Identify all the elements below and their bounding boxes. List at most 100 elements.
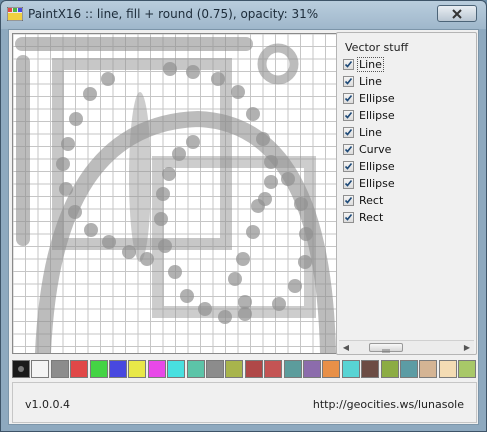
shape-dot xyxy=(158,239,172,253)
shape-dot xyxy=(264,175,278,189)
scroll-thumb[interactable] xyxy=(369,343,403,353)
item-checkbox[interactable] xyxy=(343,144,354,155)
shape-dot xyxy=(288,279,302,293)
shape-dot xyxy=(56,157,70,171)
list-item[interactable]: Rect xyxy=(339,193,474,210)
palette-swatch[interactable] xyxy=(186,360,205,378)
list-item[interactable]: Curve xyxy=(339,142,474,159)
panel-title: Vector stuff xyxy=(345,41,409,54)
homepage-link[interactable]: http://geocities.ws/lunasole xyxy=(313,398,464,411)
scroll-left-icon[interactable]: ◀ xyxy=(339,341,353,354)
checkmark-icon xyxy=(344,95,353,102)
item-checkbox[interactable] xyxy=(343,195,354,206)
canvas-svg[interactable] xyxy=(13,34,336,353)
palette-swatch[interactable] xyxy=(167,360,186,378)
list-item[interactable]: Ellipse xyxy=(339,108,474,125)
palette-swatch[interactable] xyxy=(361,360,380,378)
item-checkbox[interactable] xyxy=(343,178,354,189)
shape-dot xyxy=(180,289,194,303)
palette-swatch[interactable] xyxy=(31,360,50,378)
checkmark-icon xyxy=(344,163,353,170)
list-item[interactable]: Ellipse xyxy=(339,91,474,108)
checkmark-icon xyxy=(344,197,353,204)
scroll-right-icon[interactable]: ▶ xyxy=(460,341,474,354)
list-item[interactable]: Ellipse xyxy=(339,176,474,193)
checkmark-icon xyxy=(344,180,353,187)
palette-swatch[interactable] xyxy=(70,360,89,378)
grip-icon xyxy=(382,349,390,353)
list-item[interactable]: Rect xyxy=(339,210,474,227)
palette-swatch[interactable] xyxy=(225,360,244,378)
checkmark-icon xyxy=(344,214,353,221)
horizontal-scrollbar[interactable]: ◀ ▶ xyxy=(339,340,474,354)
client-area: Vector stuff Line Line Ellipse Ellipse Line C… xyxy=(8,29,479,425)
shape-dot xyxy=(251,199,265,213)
item-label: Rect xyxy=(359,211,384,224)
shape-dot xyxy=(140,252,154,266)
item-checkbox[interactable] xyxy=(343,93,354,104)
item-checkbox[interactable] xyxy=(343,76,354,87)
palette-swatch[interactable] xyxy=(438,360,457,378)
checkmark-icon xyxy=(344,129,353,136)
item-checkbox[interactable] xyxy=(343,161,354,172)
shape-dot xyxy=(68,205,82,219)
shape-dot xyxy=(228,272,242,286)
palette-swatch[interactable] xyxy=(380,360,399,378)
shape-dot xyxy=(186,135,200,149)
close-button[interactable] xyxy=(437,5,477,22)
drawing-canvas[interactable] xyxy=(12,33,337,354)
item-checkbox[interactable] xyxy=(343,110,354,121)
dot-icon xyxy=(18,366,24,372)
title-bar[interactable]: PaintX16 :: line, fill + round (0.75), o… xyxy=(1,1,486,29)
vector-list[interactable]: Line Line Ellipse Ellipse Line Curve Ellipse El… xyxy=(339,57,474,341)
shape-dot xyxy=(59,182,73,196)
checkmark-icon xyxy=(344,78,353,85)
list-item[interactable]: Line xyxy=(339,125,474,142)
palette-swatch[interactable] xyxy=(341,360,360,378)
shape-ring xyxy=(257,43,299,85)
list-item[interactable]: Line xyxy=(339,57,474,74)
item-label: Ellipse xyxy=(359,177,395,190)
window-title: PaintX16 :: line, fill + round (0.75), o… xyxy=(28,7,319,21)
palette-swatch[interactable] xyxy=(322,360,341,378)
palette-swatch-selected[interactable] xyxy=(12,360,30,378)
list-item[interactable]: Line xyxy=(339,74,474,91)
shape-dot xyxy=(246,107,260,121)
item-checkbox[interactable] xyxy=(343,212,354,223)
palette-swatch[interactable] xyxy=(128,360,147,378)
shape-dot xyxy=(238,307,252,321)
shape-dot xyxy=(238,295,252,309)
shape-dot xyxy=(84,223,98,237)
palette-swatch[interactable] xyxy=(244,360,263,378)
palette-swatch[interactable] xyxy=(400,360,418,378)
palette-swatch[interactable] xyxy=(147,360,166,378)
shape-dot xyxy=(211,72,225,86)
shape-dot xyxy=(186,65,200,79)
item-label: Rect xyxy=(359,194,384,207)
shape-dot xyxy=(122,245,136,259)
item-label: Line xyxy=(359,75,382,88)
palette-swatch[interactable] xyxy=(206,360,224,378)
shape-dot xyxy=(299,227,313,241)
shape-ellipse-tall xyxy=(129,92,151,262)
palette-swatch[interactable] xyxy=(264,360,283,378)
palette-swatch[interactable] xyxy=(89,360,108,378)
shape-dot xyxy=(168,265,182,279)
palette-swatch[interactable] xyxy=(50,360,69,378)
item-checkbox[interactable] xyxy=(343,127,354,138)
item-label: Line xyxy=(357,57,384,72)
color-palette xyxy=(12,360,477,378)
palette-swatch[interactable] xyxy=(109,360,127,378)
shape-dot xyxy=(236,252,250,266)
palette-swatch[interactable] xyxy=(303,360,321,378)
palette-swatch[interactable] xyxy=(458,360,477,378)
shape-dot xyxy=(156,187,170,201)
shape-dot xyxy=(281,172,295,186)
list-item[interactable]: Ellipse xyxy=(339,159,474,176)
palette-swatch[interactable] xyxy=(419,360,438,378)
palette-swatch[interactable] xyxy=(283,360,302,378)
item-checkbox[interactable] xyxy=(343,59,354,70)
status-bar: v1.0.0.4 http://geocities.ws/lunasole xyxy=(12,382,477,423)
checkmark-icon xyxy=(344,146,353,153)
shape-dot xyxy=(231,85,245,99)
